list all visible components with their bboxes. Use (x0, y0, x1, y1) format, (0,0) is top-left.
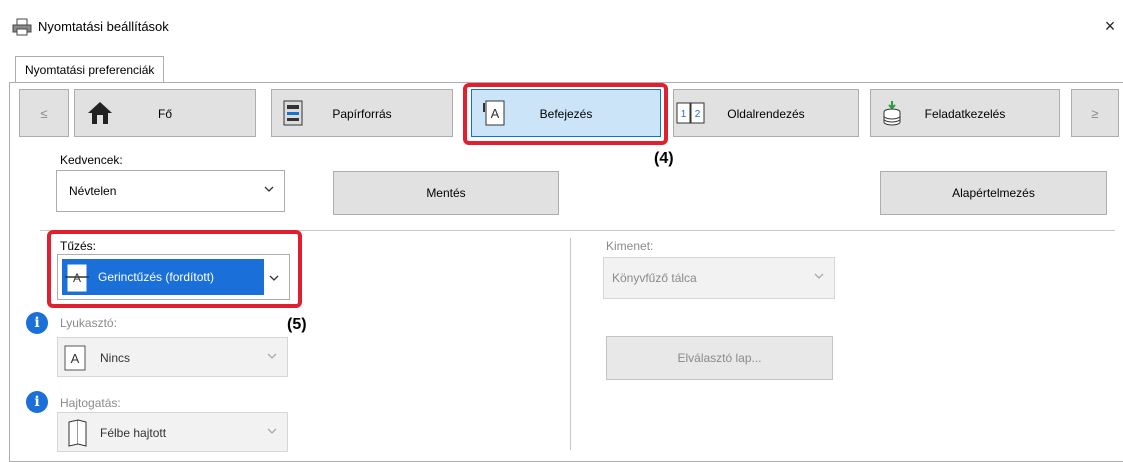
punch-select[interactable]: A Nincs (57, 337, 288, 377)
favorites-select[interactable]: Névtelen (56, 170, 285, 212)
chevron-down-icon (814, 273, 824, 279)
punch-value: Nincs (100, 351, 131, 365)
nav-tab-layout[interactable]: 1 2 Oldalrendezés (673, 89, 859, 137)
nav-tab-paper-source[interactable]: Papírforrás (271, 89, 453, 137)
fold-icon (68, 419, 87, 447)
nav-tab-label: Feladatkezelés (924, 107, 1006, 121)
svg-text:A: A (71, 351, 80, 366)
output-select[interactable]: Könyvfűző tálca (603, 257, 835, 299)
defaults-button[interactable]: Alapértelmezés (880, 171, 1107, 215)
nav-tab-job-handling[interactable]: Feladatkezelés (870, 89, 1060, 137)
punch-label: Lyukasztó: (60, 316, 117, 330)
print-settings-window: Nyomtatási beállítások × Nyomtatási pref… (0, 0, 1123, 462)
chevron-down-icon (267, 428, 277, 434)
info-icon[interactable]: i (26, 391, 48, 413)
title-bar: Nyomtatási beállítások × (0, 0, 1123, 52)
divider-vertical (570, 238, 571, 450)
chevron-down-icon (267, 353, 277, 359)
close-button[interactable]: × (1100, 14, 1120, 38)
chevron-down-icon (264, 186, 274, 192)
printer-icon (12, 18, 32, 36)
fold-value: Félbe hajtott (100, 426, 167, 440)
output-label: Kimenet: (606, 239, 654, 253)
callout-step-4: (4) (654, 150, 674, 167)
tab-strip: Nyomtatási preferenciák (0, 56, 1123, 83)
tab-print-preferences[interactable]: Nyomtatási preferenciák (15, 56, 165, 83)
callout-step-5: (5) (287, 316, 307, 333)
favorites-value: Névtelen (69, 184, 117, 198)
favorites-label: Kedvencek: (60, 153, 123, 167)
punch-icon: A (64, 345, 86, 371)
fold-label: Hajtogatás: (60, 396, 121, 410)
highlight-stapling (47, 230, 302, 308)
nav-tab-label: Fő (157, 107, 172, 121)
info-icon[interactable]: i (26, 312, 48, 334)
highlight-finishing-tab (463, 83, 668, 145)
nav-tab-main[interactable]: Fő (74, 89, 256, 137)
nav-tab-label: Oldalrendezés (727, 107, 805, 121)
save-button[interactable]: Mentés (333, 171, 559, 215)
nav-prev-button[interactable]: ≤ (19, 89, 69, 137)
nav-tab-label: Papírforrás (332, 107, 392, 121)
separator-page-button[interactable]: Elválasztó lap... (606, 336, 833, 380)
fold-select[interactable]: Félbe hajtott (57, 412, 288, 452)
nav-next-button[interactable]: ≥ (1071, 89, 1119, 137)
window-title: Nyomtatási beállítások (38, 19, 169, 34)
output-value: Könyvfűző tálca (612, 271, 697, 285)
